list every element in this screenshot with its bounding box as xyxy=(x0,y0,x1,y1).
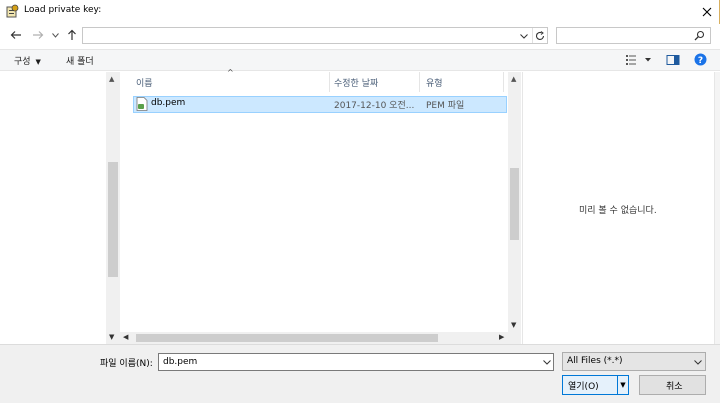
search-icon xyxy=(694,30,705,41)
up-button[interactable] xyxy=(64,27,80,43)
refresh-button[interactable] xyxy=(532,28,547,43)
filetype-dropdown-button[interactable] xyxy=(692,355,704,369)
view-options-icon xyxy=(626,55,651,65)
back-arrow-icon xyxy=(10,31,21,39)
preview-pane-button[interactable] xyxy=(666,54,680,66)
new-folder-button[interactable]: 새 폴더 xyxy=(66,54,94,67)
column-header-name[interactable]: 이름 xyxy=(136,76,153,89)
preview-pane-icon xyxy=(666,55,680,65)
title-bar xyxy=(0,0,720,24)
file-type-cell: PEM 파일 xyxy=(426,101,465,111)
key-app-icon xyxy=(6,4,19,18)
search-input[interactable] xyxy=(556,27,711,44)
up-arrow-icon xyxy=(68,29,76,40)
new-folder-label: 새 폴더 xyxy=(66,57,94,67)
organize-label: 구성 xyxy=(14,57,31,67)
navigation-scroll-thumb[interactable] xyxy=(108,162,118,277)
open-button-label: 열기(O) xyxy=(568,382,599,392)
file-name-cell: db.pem xyxy=(151,98,186,108)
help-button[interactable]: ? xyxy=(694,53,707,66)
svg-text:?: ? xyxy=(698,56,703,66)
toolbar xyxy=(0,49,720,71)
chevron-down-icon xyxy=(543,359,551,365)
filename-dropdown-button[interactable] xyxy=(541,355,553,369)
scroll-right-icon[interactable]: ▶ xyxy=(499,333,504,341)
scroll-up-icon[interactable]: ▲ xyxy=(109,75,114,83)
file-list-vertical-thumb[interactable] xyxy=(510,168,519,240)
address-dropdown-icon xyxy=(520,33,528,39)
address-bar[interactable] xyxy=(82,27,548,44)
recent-locations-button[interactable] xyxy=(50,27,60,43)
column-separator[interactable] xyxy=(503,72,504,92)
address-dropdown-button[interactable] xyxy=(518,31,530,41)
preview-empty-message: 미리 볼 수 없습니다. xyxy=(579,206,657,216)
close-icon xyxy=(702,7,712,17)
filetype-select[interactable]: All Files (*.*) xyxy=(562,352,706,371)
open-options-button[interactable]: ▼ xyxy=(617,376,628,394)
organize-button[interactable]: 구성 ▼ xyxy=(14,54,41,67)
refresh-icon xyxy=(535,30,545,40)
chevron-down-icon: ▼ xyxy=(35,58,41,66)
navigation-pane[interactable] xyxy=(0,72,106,344)
search-button[interactable] xyxy=(694,30,706,42)
scroll-left-icon[interactable]: ◀ xyxy=(123,333,128,341)
cancel-button-label: 취소 xyxy=(666,382,683,392)
view-options-button[interactable] xyxy=(625,54,653,66)
window-title: Load private key: xyxy=(24,5,102,15)
close-button[interactable] xyxy=(696,2,718,22)
chevron-down-icon xyxy=(694,359,702,365)
chevron-down-icon: ▼ xyxy=(620,381,626,389)
column-header-type[interactable]: 유형 xyxy=(426,76,443,89)
scroll-down-icon[interactable]: ▼ xyxy=(511,321,516,329)
file-date-cell: 2017-12-10 오전... xyxy=(334,101,415,111)
file-list-horizontal-thumb[interactable] xyxy=(136,334,438,342)
help-icon: ? xyxy=(694,53,707,66)
forward-button[interactable] xyxy=(30,27,46,43)
filename-input[interactable]: db.pem xyxy=(158,353,554,371)
filename-label: 파일 이름(N): xyxy=(100,359,153,369)
column-separator[interactable] xyxy=(419,72,420,92)
recent-dropdown-icon xyxy=(51,32,59,38)
back-button[interactable] xyxy=(8,27,24,43)
preview-scrollbar[interactable] xyxy=(714,72,720,344)
pem-file-icon xyxy=(136,97,148,111)
column-separator[interactable] xyxy=(329,72,330,92)
sort-ascending-icon: ^ xyxy=(227,68,234,77)
column-header-date[interactable]: 수정한 날짜 xyxy=(334,76,378,89)
scroll-down-icon[interactable]: ▼ xyxy=(109,333,114,341)
forward-arrow-icon xyxy=(33,31,44,39)
scroll-up-icon[interactable]: ▲ xyxy=(511,75,516,83)
